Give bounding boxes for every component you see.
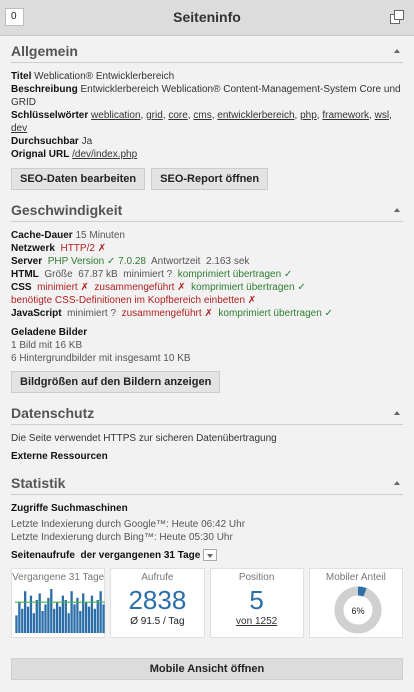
- server-row: Server PHP Version ✓ 7.0.28 Antwortzeit …: [11, 256, 250, 267]
- section-heading: Datenschutz: [11, 405, 95, 421]
- mobile-card-title: Mobiler Anteil: [325, 572, 386, 583]
- collapse-caret-icon[interactable]: [394, 208, 400, 212]
- cache-row: Cache-Dauer 15 Minuten: [11, 230, 125, 241]
- html-row: HTML Größe 67.87 kB minimiert ? komprimi…: [11, 269, 293, 280]
- range-select[interactable]: der vergangenen 31 Tage: [80, 550, 200, 561]
- chart-bar: [87, 606, 91, 633]
- chart-bar: [47, 597, 50, 633]
- images-row-1: 1 Bild mit 16 KB: [11, 340, 83, 351]
- position-value: 5: [249, 585, 264, 615]
- mobile-card: Mobiler Anteil 6%: [308, 568, 403, 638]
- css-note-row: benötigte CSS-Definitionen im Kopfbereic…: [11, 295, 257, 306]
- url-row: Orignal URL /dev/index.php: [11, 149, 138, 160]
- section-heading: Allgemein: [11, 43, 78, 59]
- position-card-title: Position: [238, 572, 275, 583]
- aufrufe-total: 2838: [128, 585, 187, 615]
- views-chart: [15, 589, 105, 633]
- section-heading: Geschwindigkeit: [11, 202, 123, 218]
- show-image-sizes-button[interactable]: Bildgrößen auf den Bildern anzeigen: [11, 371, 221, 393]
- keyword-link[interactable]: core: [168, 110, 187, 121]
- chart-bar: [15, 615, 18, 633]
- chart-bar: [82, 593, 85, 633]
- chart-bar: [18, 602, 21, 633]
- keyword-link[interactable]: dev: [11, 123, 27, 134]
- mobile-share-donut: 6%: [334, 586, 382, 634]
- collapse-caret-icon[interactable]: [394, 49, 400, 53]
- keyword-link[interactable]: wsl: [375, 110, 389, 121]
- images-label: Geladene Bilder: [11, 327, 88, 338]
- seo-report-button[interactable]: SEO-Report öffnen: [151, 168, 269, 190]
- section-statistik[interactable]: Statistik: [11, 475, 403, 495]
- chart-bar: [67, 613, 70, 633]
- https-row: Die Seite verwendet HTTPS zur sicheren D…: [11, 433, 277, 444]
- title-bar: 0 Seiteninfo: [0, 0, 414, 36]
- chart-bar: [55, 602, 59, 633]
- position-card: Position 5 von 1252: [209, 568, 304, 638]
- google-row: Letzte Indexierung durch Google™: Heute …: [11, 519, 246, 530]
- titel-row: Titel Weblication® Entwicklerbereich: [11, 71, 175, 82]
- chevron-down-icon[interactable]: [203, 549, 218, 562]
- js-row: JavaScript minimiert ? zusammengeführt ✗…: [11, 308, 333, 319]
- keyword-link[interactable]: cms: [193, 110, 211, 121]
- chart-card: Vergangene 31 Tage: [11, 568, 106, 638]
- chart-bar: [24, 591, 27, 633]
- aufrufe-card: Aufrufe 2838 Ø 91.5 / Tag: [110, 568, 205, 638]
- chart-bar: [44, 604, 47, 633]
- chart-bar: [58, 606, 62, 633]
- chart-bar: [41, 611, 44, 633]
- popout-icon[interactable]: [390, 10, 404, 24]
- netzwerk-row: Netzwerk HTTP/2 ✗: [11, 243, 107, 254]
- chart-bar: [102, 604, 105, 633]
- keyword-link[interactable]: grid: [146, 110, 163, 121]
- section-heading: Statistik: [11, 475, 66, 491]
- chart-bar: [29, 595, 33, 633]
- position-total-link[interactable]: von 1252: [236, 616, 277, 627]
- seo-edit-button[interactable]: SEO-Daten bearbeiten: [11, 168, 146, 190]
- chart-bar: [90, 595, 94, 633]
- chart-bar: [21, 608, 24, 633]
- section-geschwindigkeit[interactable]: Geschwindigkeit: [11, 202, 403, 222]
- chart-bar: [70, 591, 73, 633]
- chart-bar: [93, 608, 96, 633]
- aufrufe-card-title: Aufrufe: [141, 572, 174, 583]
- collapse-caret-icon[interactable]: [394, 481, 400, 485]
- collapse-caret-icon[interactable]: [394, 411, 400, 415]
- keyword-link[interactable]: weblication: [91, 110, 140, 121]
- beschreibung-row: Beschreibung Entwicklerbereich Weblicati…: [11, 84, 401, 108]
- chart-bar: [32, 613, 36, 633]
- keywords-row: Schlüsselwörter weblication, grid, core,…: [11, 110, 392, 134]
- chart-card-title: Vergangene 31 Tage: [12, 572, 105, 583]
- chart-bar: [99, 591, 102, 633]
- chart-bar: [76, 597, 79, 633]
- section-allgemein[interactable]: Allgemein: [11, 43, 403, 63]
- zugriffe-label: Zugriffe Suchmaschinen: [11, 503, 128, 514]
- chart-bar: [64, 600, 67, 633]
- page-title: Seiteninfo: [173, 9, 241, 25]
- chart-bar: [73, 604, 76, 633]
- images-row-2: 6 Hintergrundbilder mit insgesamt 10 KB: [11, 353, 191, 364]
- css-row: CSS minimiert ✗ zusammengeführt ✗ kompri…: [11, 282, 306, 293]
- aufrufe-average: Ø 91.5 / Tag: [130, 616, 185, 627]
- chart-bar: [84, 602, 88, 633]
- bing-row: Letzte Indexierung durch Bing™: Heute 05…: [11, 532, 233, 543]
- chart-bar: [35, 600, 38, 633]
- section-datenschutz[interactable]: Datenschutz: [11, 405, 403, 425]
- keyword-link[interactable]: php: [300, 110, 317, 121]
- chart-bar: [53, 608, 56, 633]
- aufrufe-row: Seitenaufrufe der vergangenen 31 Tage: [11, 549, 403, 562]
- stat-cards: Vergangene 31 Tage Aufrufe 2838 Ø 91.5 /…: [11, 568, 403, 638]
- chart-bar: [38, 593, 41, 633]
- keyword-link[interactable]: entwicklerbereich: [217, 110, 294, 121]
- chart-bar: [96, 600, 99, 633]
- chart-bar: [26, 606, 30, 633]
- chart-bar: [61, 595, 65, 633]
- chart-bar: [79, 611, 82, 633]
- chart-bar: [50, 589, 53, 633]
- extern-row: Externe Ressourcen: [11, 451, 108, 462]
- mobile-percent: 6%: [351, 606, 364, 616]
- durchsuchbar-row: Durchsuchbar Ja: [11, 136, 93, 147]
- url-link[interactable]: /dev/index.php: [72, 149, 137, 160]
- keyword-link[interactable]: framework: [322, 110, 369, 121]
- mobile-view-button[interactable]: Mobile Ansicht öffnen: [11, 658, 403, 680]
